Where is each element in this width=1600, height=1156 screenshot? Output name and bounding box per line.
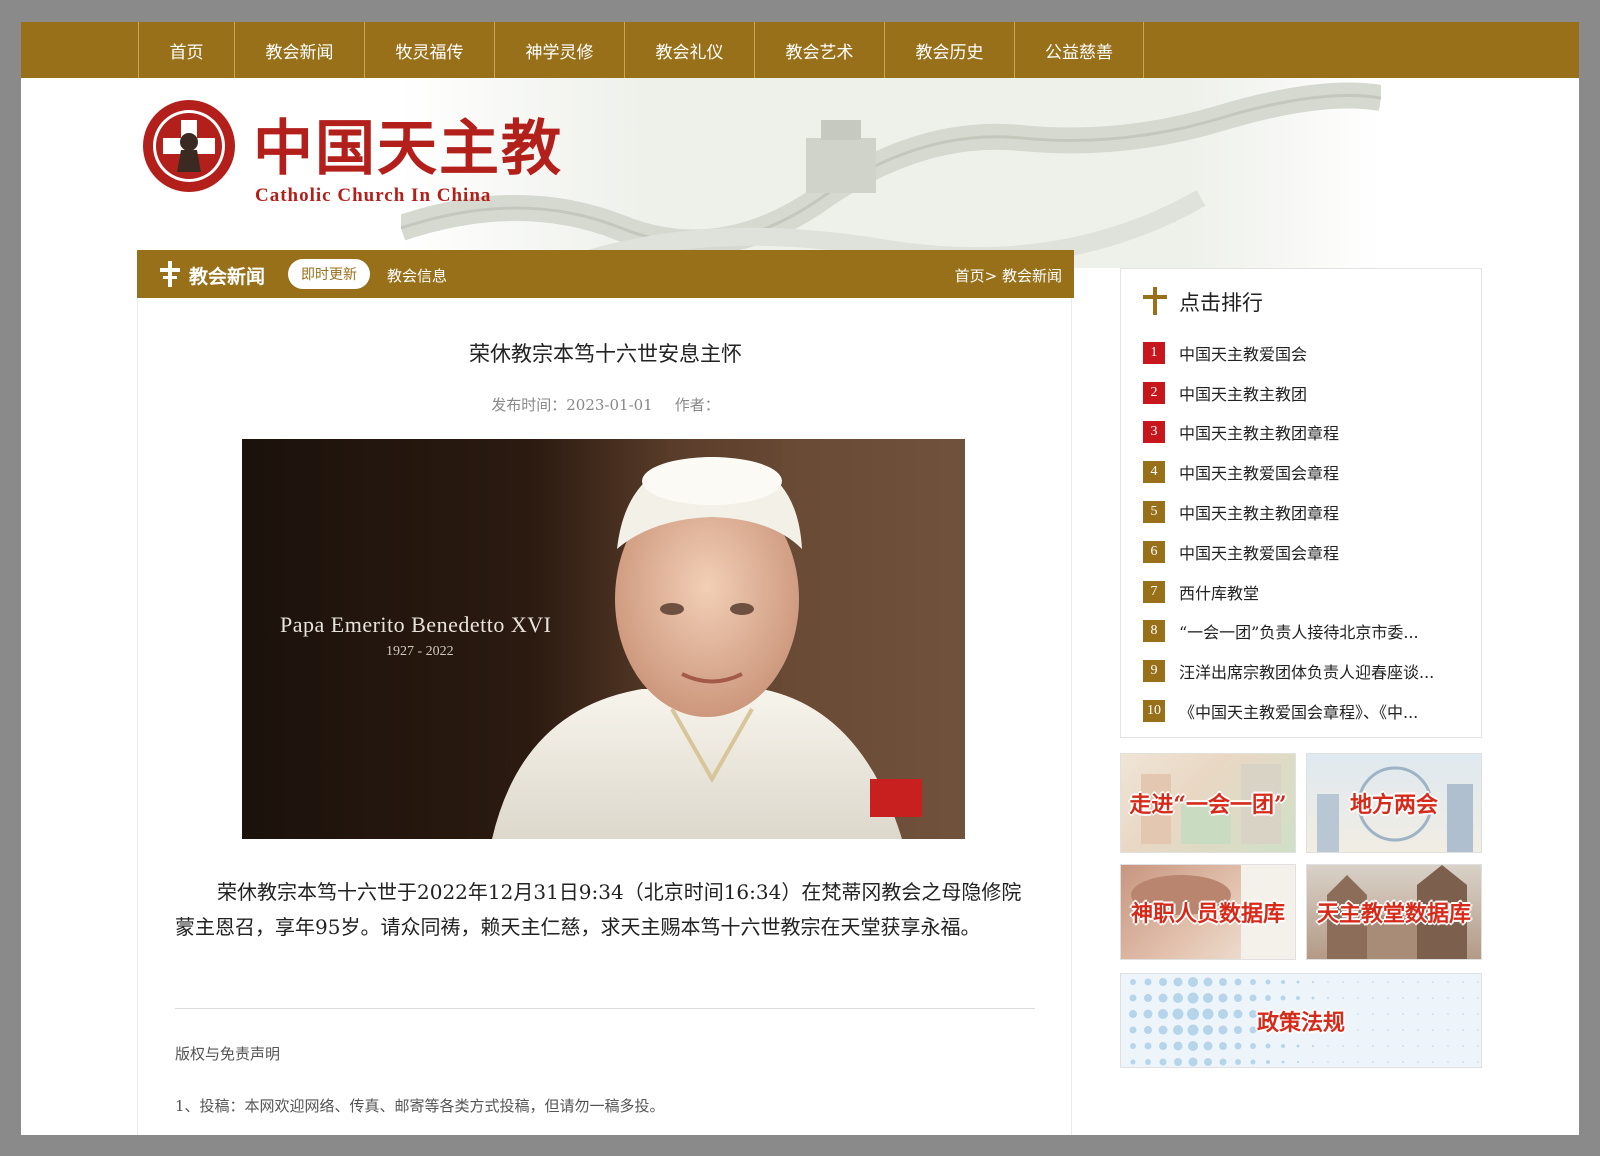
- copyright-item: 1、投稿：本网欢迎网络、传真、邮寄等各类方式投稿，但请勿一稿多投。: [175, 1097, 665, 1115]
- cross-icon: [160, 261, 180, 287]
- promo-label: 地方两会: [1349, 792, 1438, 818]
- vatican-news-logo-icon: [870, 779, 922, 817]
- rank-item-link[interactable]: 汪洋出席宗教团体负责人迎春座谈...: [1179, 659, 1434, 683]
- nav-item-theology[interactable]: 神学灵修: [494, 22, 624, 78]
- promo-clergy-database[interactable]: 神职人员数据库: [1120, 864, 1296, 960]
- publish-date: 发布时间：2023-01-01: [491, 396, 653, 414]
- promo-local-two-sessions[interactable]: 地方两会: [1306, 753, 1482, 853]
- photo-caption-years: 1927 - 2022: [386, 644, 454, 659]
- nav-item-art[interactable]: 教会艺术: [754, 22, 884, 78]
- ranking-list: 1 中国天主教爱国会 2 中国天主教主教团 3 中国天主教主教团章程 4 中国天主教爱国会章程…: [1143, 333, 1434, 731]
- article-photo: Papa Emerito Benedetto XVI 1927 - 2022: [242, 439, 965, 839]
- rank-number-badge: 1: [1143, 341, 1165, 364]
- article-title: 荣休教宗本笃十六世安息主怀: [469, 342, 742, 366]
- header-banner: 中国天主教 Catholic Church In China: [21, 78, 1579, 268]
- pope-portrait-image: [492, 439, 965, 839]
- copyright-title: 版权与免责声明: [175, 1045, 281, 1063]
- top-navigation: 首页 教会新闻 牧灵福传 神学灵修 教会礼仪 教会艺术 教会历史 公益慈善: [21, 22, 1579, 78]
- section-title: 教会新闻: [189, 266, 266, 288]
- logo-english-text: Catholic Church In China: [255, 185, 492, 206]
- nav-item-home[interactable]: 首页: [138, 22, 234, 78]
- promo-label: 走进“一会一团”: [1129, 792, 1287, 818]
- cross-icon: [1143, 287, 1167, 315]
- rank-item-link[interactable]: 中国天主教爱国会章程: [1179, 540, 1339, 564]
- article-meta: 发布时间：2023-01-01 作者：: [138, 394, 1073, 415]
- catholic-seal-logo-icon: [143, 100, 235, 192]
- tab-instant-update[interactable]: 即时更新: [288, 259, 370, 289]
- nav-item-liturgy[interactable]: 教会礼仪: [624, 22, 754, 78]
- rank-number-badge: 4: [1143, 461, 1165, 484]
- rank-item[interactable]: 8 “一会一团”负责人接待北京市委...: [1143, 612, 1434, 652]
- rank-item-link[interactable]: “一会一团”负责人接待北京市委...: [1179, 619, 1419, 643]
- click-ranking-panel: 点击排行 1 中国天主教爱国会 2 中国天主教主教团 3 中国天主教主教团章程 4 中国天主教…: [1120, 268, 1482, 738]
- rank-item[interactable]: 5 中国天主教主教团章程: [1143, 492, 1434, 532]
- rank-item-link[interactable]: 西什库教堂: [1179, 580, 1259, 604]
- rank-item[interactable]: 3 中国天主教主教团章程: [1143, 413, 1434, 453]
- article-body: 荣休教宗本笃十六世于2022年12月31日9:34（北京时间16:34）在梵蒂冈…: [175, 880, 1022, 939]
- rank-item-link[interactable]: 中国天主教爱国会章程: [1179, 460, 1339, 484]
- logo-chinese-text: 中国天主教: [253, 114, 563, 184]
- rank-item-link[interactable]: 《中国天主教爱国会章程》、《中...: [1179, 699, 1418, 723]
- rank-item[interactable]: 10 《中国天主教爱国会章程》、《中...: [1143, 691, 1434, 731]
- breadcrumb: 首页> 教会新闻: [955, 265, 1062, 286]
- divider: [175, 1008, 1035, 1009]
- rank-item[interactable]: 6 中国天主教爱国会章程: [1143, 532, 1434, 572]
- rank-item-link[interactable]: 中国天主教主教团章程: [1179, 420, 1339, 444]
- nav-item-charity[interactable]: 公益慈善: [1014, 22, 1144, 78]
- nav-items: 首页 教会新闻 牧灵福传 神学灵修 教会礼仪 教会艺术 教会历史 公益慈善: [138, 22, 1144, 78]
- rank-item-link[interactable]: 中国天主教主教团章程: [1179, 500, 1339, 524]
- photo-caption-name: Papa Emerito Benedetto XVI: [280, 612, 552, 637]
- rank-item[interactable]: 1 中国天主教爱国会: [1143, 333, 1434, 373]
- main-content: 教会新闻 即时更新 教会信息 首页> 教会新闻 荣休教宗本笃十六世安息主怀 发布…: [137, 250, 1074, 1135]
- promo-yihui-yituan[interactable]: 走进“一会一团”: [1120, 753, 1296, 853]
- rank-number-badge: 8: [1143, 620, 1165, 643]
- rank-number-badge: 10: [1143, 700, 1165, 723]
- rank-item-link[interactable]: 中国天主教爱国会: [1179, 341, 1307, 365]
- rank-number-badge: 3: [1143, 421, 1165, 444]
- page: 首页 教会新闻 牧灵福传 神学灵修 教会礼仪 教会艺术 教会历史 公益慈善 中国…: [21, 22, 1579, 1135]
- rank-item-link[interactable]: 中国天主教主教团: [1179, 381, 1307, 405]
- nav-item-pastoral[interactable]: 牧灵福传: [364, 22, 494, 78]
- ranking-title: 点击排行: [1179, 291, 1263, 315]
- rank-number-badge: 9: [1143, 660, 1165, 683]
- rank-item[interactable]: 2 中国天主教主教团: [1143, 373, 1434, 413]
- nav-item-history[interactable]: 教会历史: [884, 22, 1014, 78]
- rank-item[interactable]: 7 西什库教堂: [1143, 572, 1434, 612]
- promo-label: 天主教堂数据库: [1316, 901, 1471, 927]
- rank-number-badge: 2: [1143, 381, 1165, 404]
- breadcrumb-current[interactable]: 教会新闻: [997, 267, 1062, 285]
- rank-item[interactable]: 9 汪洋出席宗教团体负责人迎春座谈...: [1143, 651, 1434, 691]
- rank-item[interactable]: 4 中国天主教爱国会章程: [1143, 452, 1434, 492]
- promo-label: 神职人员数据库: [1130, 901, 1285, 927]
- tab-church-info[interactable]: 教会信息: [387, 265, 447, 286]
- nav-item-church-news[interactable]: 教会新闻: [234, 22, 364, 78]
- section-header-bar: 教会新闻 即时更新 教会信息 首页> 教会新闻: [137, 250, 1074, 298]
- breadcrumb-home-link[interactable]: 首页>: [955, 267, 998, 285]
- rank-number-badge: 7: [1143, 580, 1165, 603]
- promo-church-database[interactable]: 天主教堂数据库: [1306, 864, 1482, 960]
- promo-policies-regulations[interactable]: 政策法规: [1120, 973, 1482, 1068]
- rank-number-badge: 5: [1143, 501, 1165, 524]
- rank-number-badge: 6: [1143, 540, 1165, 563]
- author-label: 作者：: [674, 396, 720, 414]
- promo-label: 政策法规: [1256, 1009, 1345, 1036]
